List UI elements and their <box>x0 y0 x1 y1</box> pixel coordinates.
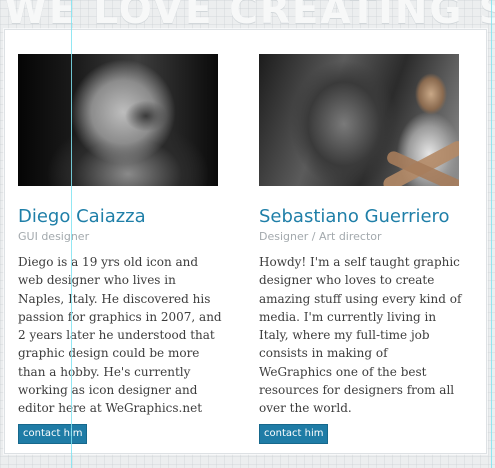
layout-guide-line <box>71 0 72 468</box>
contact-sebastiano-button[interactable]: contact him <box>259 423 329 444</box>
sebastiano-photo <box>259 54 459 186</box>
team-card: Diego Caiazza GUI designer Diego is a 19… <box>4 29 487 454</box>
team-member-diego: Diego Caiazza GUI designer Diego is a 19… <box>18 54 223 444</box>
member-bio: Diego is a 19 yrs old icon and web desig… <box>18 255 222 416</box>
diego-photo <box>18 54 218 186</box>
member-name: Diego Caiazza <box>18 206 146 227</box>
member-name: Sebastiano Guerriero <box>259 206 450 227</box>
member-role: GUI designer <box>18 230 90 243</box>
contact-diego-button[interactable]: contact him <box>18 423 88 444</box>
team-member-sebastiano: Sebastiano Guerriero Designer / Art dire… <box>259 54 464 444</box>
layout-guide-line <box>491 0 492 468</box>
member-role: Designer / Art director <box>259 230 382 243</box>
member-bio: Howdy! I'm a self taught graphic designe… <box>259 255 462 416</box>
